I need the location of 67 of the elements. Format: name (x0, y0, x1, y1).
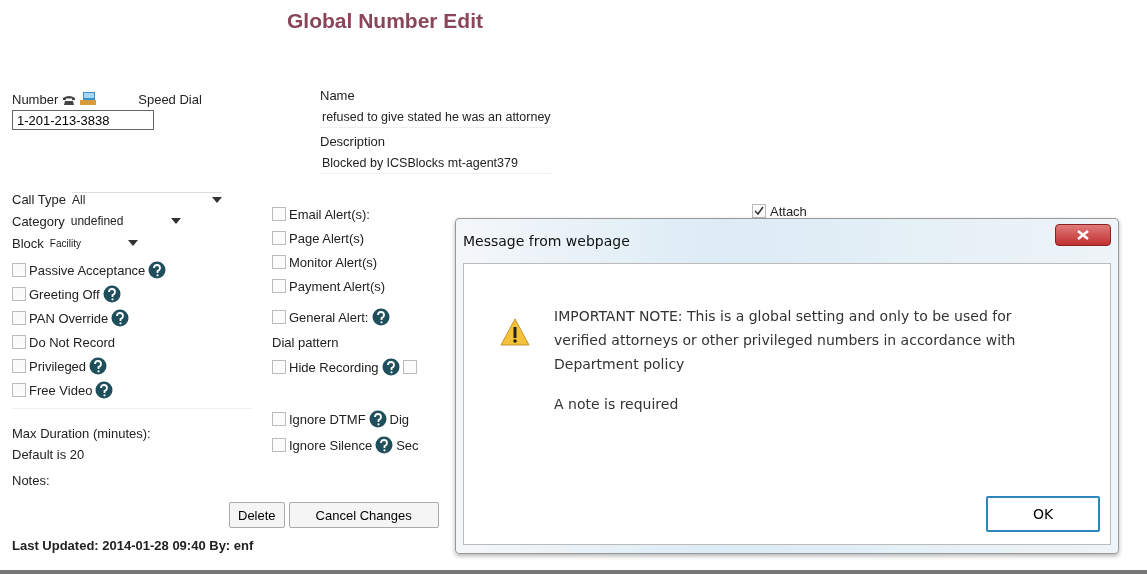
checkbox-label: Page Alert(s) (289, 230, 365, 246)
checkbox-label: Privileged (29, 358, 87, 374)
checkbox[interactable] (272, 412, 286, 426)
caret-icon (127, 240, 138, 246)
field-label: Notes: (12, 473, 51, 488)
dialog-message: IMPORTANT NOTE: This is a global setting and only to be used for verified attorneys or other privileged numbers in accordance with Department policy (554, 307, 1017, 374)
checkbox[interactable] (272, 279, 286, 293)
checkbox-label: Payment Alert(s) (289, 278, 386, 294)
checkbox[interactable] (12, 311, 26, 325)
field-label: Name (320, 88, 356, 104)
checkbox-label: Attach (770, 204, 807, 219)
field-label: Call Type (12, 191, 66, 207)
checkbox-label: Hide Recording (289, 359, 379, 375)
checkbox[interactable] (272, 255, 286, 269)
field-value: Blocked by ICSBlocks mt-agent379 (320, 156, 551, 174)
checkbox[interactable] (272, 207, 286, 221)
field-label: Max Duration (minutes): (12, 425, 152, 443)
form-button[interactable]: Cancel Changes (288, 502, 439, 528)
checkbox-label: Email Alert(s): (289, 206, 370, 222)
checkbox[interactable] (12, 287, 26, 301)
ok-button[interactable]: OK (986, 496, 1100, 532)
checkbox-label: Passive Acceptance (29, 262, 146, 278)
checkbox[interactable] (272, 231, 286, 245)
checkbox-label: PAN Override (29, 310, 109, 326)
warning-icon (500, 318, 530, 346)
field-label: Block (12, 235, 44, 251)
checkbox[interactable] (402, 360, 417, 374)
checkbox-label: Monitor Alert(s) (289, 254, 378, 270)
field-label: Speed Dial (138, 91, 202, 107)
form-button[interactable]: Delete (229, 502, 285, 528)
caret-icon (211, 196, 222, 203)
section-label: Dial pattern (272, 334, 340, 352)
checkbox-label: Do Not Record (29, 334, 115, 350)
checkbox[interactable] (272, 438, 286, 452)
checkbox-label: Greeting Off (29, 286, 100, 302)
dialog-message: A note is required (554, 396, 680, 412)
checkbox-label: Free Video (29, 382, 93, 398)
dialog-title: Message from webpage (463, 233, 630, 249)
caret-icon (170, 218, 181, 224)
hint-text: Default is 20 (12, 446, 86, 464)
field-value: refused to give stated he was an attorney (320, 110, 551, 128)
number-field[interactable]: 1-201-213-3838 (12, 110, 154, 130)
checkbox[interactable] (12, 359, 26, 373)
last-updated-text: Last Updated: 2014-01-28 09:40 By: enf (12, 538, 254, 553)
phone-icon (62, 93, 77, 105)
checkbox[interactable] (752, 204, 766, 218)
checkbox[interactable] (272, 310, 286, 324)
field-label: Number (12, 91, 59, 107)
checkbox-label: General Alert: (289, 309, 369, 325)
close-icon (1077, 230, 1089, 240)
close-button[interactable] (1055, 224, 1111, 246)
computer-icon (80, 92, 97, 106)
page-title: Global Number Edit (286, 8, 484, 34)
field-label: Sec (396, 437, 419, 453)
checkbox[interactable] (12, 263, 26, 277)
checkbox-label: Ignore DTMF (289, 411, 366, 427)
dropdown[interactable]: undefined (70, 214, 181, 228)
field-label: Category (12, 213, 65, 229)
dropdown[interactable]: Facility (49, 237, 138, 249)
checkbox-label: Ignore Silence (289, 437, 373, 453)
checkbox[interactable] (12, 383, 26, 397)
checkbox[interactable] (272, 360, 286, 374)
field-label: Description (320, 134, 387, 150)
dropdown[interactable]: All (71, 191, 222, 207)
check-icon (754, 206, 764, 216)
checkbox[interactable] (12, 335, 26, 349)
field-label: Dig (389, 411, 410, 427)
